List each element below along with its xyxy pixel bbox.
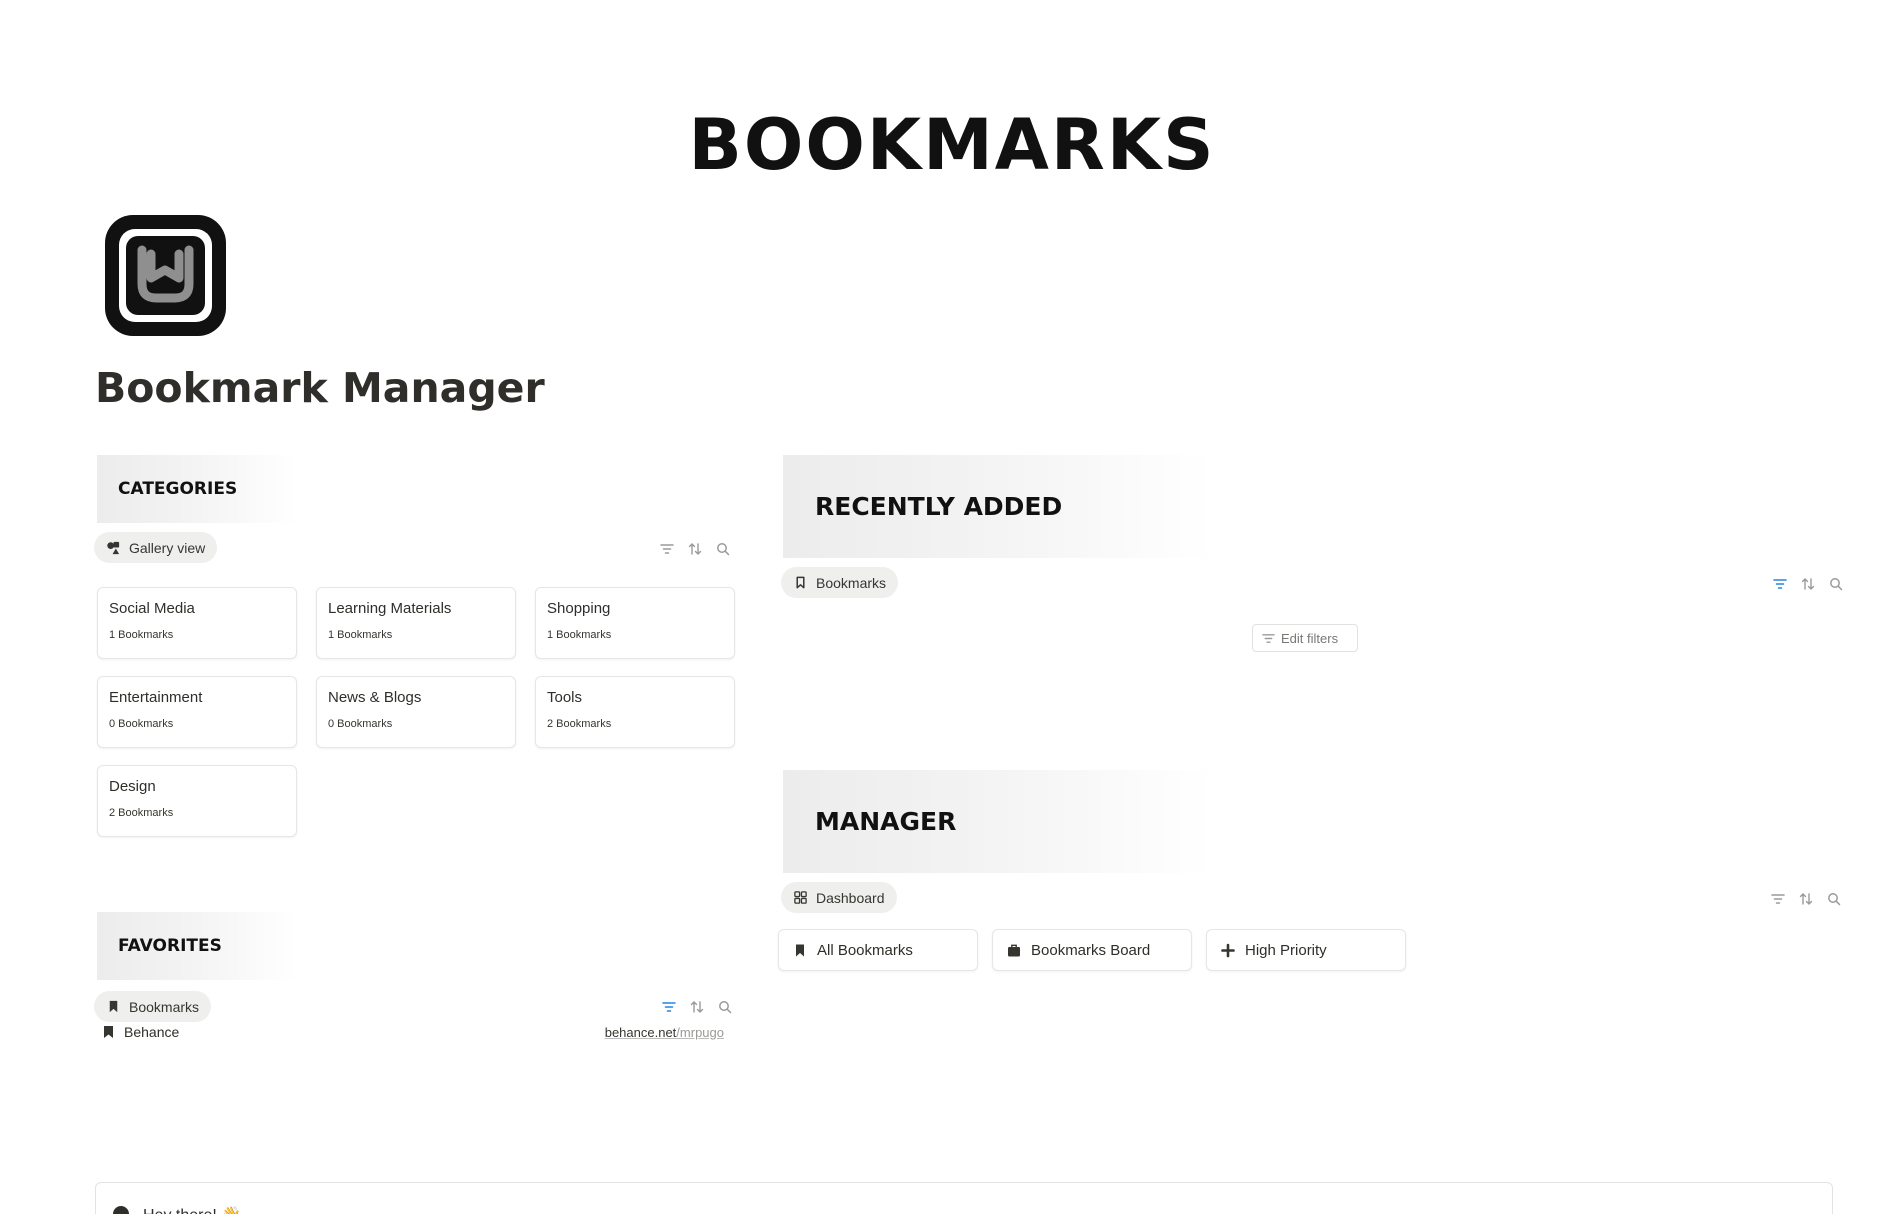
category-card-social-media[interactable]: Social Media 1 Bookmarks: [97, 587, 297, 659]
card-count: 1 Bookmarks: [547, 629, 612, 641]
dashboard-icon: [794, 891, 807, 904]
greeting-callout: Hey there! 👋: [95, 1182, 1833, 1214]
briefcase-icon: [1008, 944, 1020, 956]
sort-icon: [690, 1001, 704, 1013]
bookmark-icon: [104, 1026, 113, 1038]
plus-icon: [1221, 943, 1235, 957]
sort-icon: [688, 543, 702, 555]
favorite-url-link[interactable]: behance.net/mrpugo: [605, 1025, 724, 1040]
page: BOOKMARKS Bookmark Manager CATEGORIES Ga…: [0, 0, 1904, 1214]
card-title: Design: [109, 778, 156, 795]
favorite-row-behance[interactable]: Behance behance.net/mrpugo: [102, 1018, 724, 1046]
high-priority-button[interactable]: High Priority: [1206, 929, 1406, 971]
card-count: 2 Bookmarks: [109, 807, 174, 819]
url-path: /mrpugo: [676, 1024, 724, 1040]
card-title: Learning Materials: [328, 600, 452, 617]
logo-icon: [102, 212, 229, 339]
gallery-view-icon: [107, 541, 120, 555]
favorites-toolbar: [661, 999, 733, 1015]
banner-title: BOOKMARKS: [688, 104, 1216, 186]
manager-heading-text: MANAGER: [815, 807, 957, 836]
filter-button[interactable]: [661, 999, 677, 1015]
favorites-view-label: Bookmarks: [129, 998, 200, 1015]
card-count: 1 Bookmarks: [109, 629, 174, 641]
card-title: Entertainment: [109, 689, 203, 706]
category-card-news-blogs[interactable]: News & Blogs 0 Bookmarks: [316, 676, 516, 748]
high-priority-label: High Priority: [1245, 941, 1327, 959]
sort-icon: [1799, 893, 1813, 905]
card-count: 1 Bookmarks: [328, 629, 393, 641]
edit-filters-button[interactable]: Edit filters: [1252, 624, 1358, 652]
recently-added-heading-text: RECENTLY ADDED: [815, 492, 1063, 521]
filter-icon: [660, 544, 674, 554]
all-bookmarks-button[interactable]: All Bookmarks: [778, 929, 978, 971]
categories-view-label: Gallery view: [129, 539, 206, 556]
search-button[interactable]: [717, 999, 733, 1015]
favorite-name-cell: Behance: [102, 1024, 179, 1040]
url-domain: behance.net: [604, 1024, 677, 1040]
recently-added-heading: RECENTLY ADDED: [783, 455, 1213, 558]
bookmarks-board-button[interactable]: Bookmarks Board: [992, 929, 1192, 971]
sort-button[interactable]: [1798, 891, 1814, 907]
recently-added-toolbar: [1772, 576, 1844, 592]
bookmark-icon: [796, 944, 804, 956]
filter-button[interactable]: [1772, 576, 1788, 592]
sort-button[interactable]: [687, 541, 703, 557]
card-title: Tools: [547, 689, 583, 706]
filter-icon: [1771, 894, 1785, 904]
category-card-entertainment[interactable]: Entertainment 0 Bookmarks: [97, 676, 297, 748]
card-title: Social Media: [109, 600, 195, 617]
all-bookmarks-label: All Bookmarks: [817, 941, 913, 959]
search-icon: [1830, 578, 1843, 591]
category-card-tools[interactable]: Tools 2 Bookmarks: [535, 676, 735, 748]
categories-view-tab[interactable]: Gallery view: [94, 532, 218, 563]
favorite-name: Behance: [124, 1024, 180, 1040]
edit-filters-label: Edit filters: [1281, 630, 1339, 646]
favorites-heading-text: FAVORITES: [118, 936, 222, 956]
card-title: Shopping: [547, 600, 611, 617]
search-button[interactable]: [1826, 891, 1842, 907]
bookmark-icon: [109, 1000, 118, 1013]
filter-button[interactable]: [659, 541, 675, 557]
manager-view-label: Dashboard: [816, 889, 885, 906]
card-count: 0 Bookmarks: [109, 718, 174, 730]
filter-icon: [1262, 633, 1275, 643]
manager-view-tab[interactable]: Dashboard: [781, 882, 897, 913]
sort-button[interactable]: [1800, 576, 1816, 592]
search-button[interactable]: [715, 541, 731, 557]
greeting-text: Hey there! 👋: [143, 1205, 241, 1214]
category-card-learning-materials[interactable]: Learning Materials 1 Bookmarks: [316, 587, 516, 659]
search-icon: [719, 1001, 732, 1014]
search-button[interactable]: [1828, 576, 1844, 592]
page-title: Bookmark Manager: [95, 364, 545, 412]
filter-icon: [1773, 579, 1787, 589]
bookmarks-board-label: Bookmarks Board: [1031, 941, 1151, 959]
card-title: News & Blogs: [328, 689, 422, 706]
bookmark-outline-icon: [796, 576, 805, 589]
category-card-shopping[interactable]: Shopping 1 Bookmarks: [535, 587, 735, 659]
circle-icon: [113, 1206, 129, 1214]
categories-toolbar: [659, 541, 731, 557]
recently-added-view-tab[interactable]: Bookmarks: [781, 567, 899, 598]
sort-button[interactable]: [689, 999, 705, 1015]
search-icon: [717, 543, 730, 556]
sort-icon: [1801, 578, 1815, 590]
manager-toolbar: [1770, 891, 1842, 907]
filter-icon: [662, 1002, 676, 1012]
category-card-design[interactable]: Design 2 Bookmarks: [97, 765, 297, 837]
card-count: 2 Bookmarks: [547, 718, 612, 730]
categories-heading-text: CATEGORIES: [118, 479, 238, 499]
favorites-heading: FAVORITES: [97, 912, 297, 980]
search-icon: [1828, 893, 1841, 906]
card-count: 0 Bookmarks: [328, 718, 393, 730]
categories-heading: CATEGORIES: [97, 455, 297, 523]
recently-added-view-label: Bookmarks: [816, 574, 887, 591]
filter-button[interactable]: [1770, 891, 1786, 907]
manager-heading: MANAGER: [783, 770, 1213, 873]
